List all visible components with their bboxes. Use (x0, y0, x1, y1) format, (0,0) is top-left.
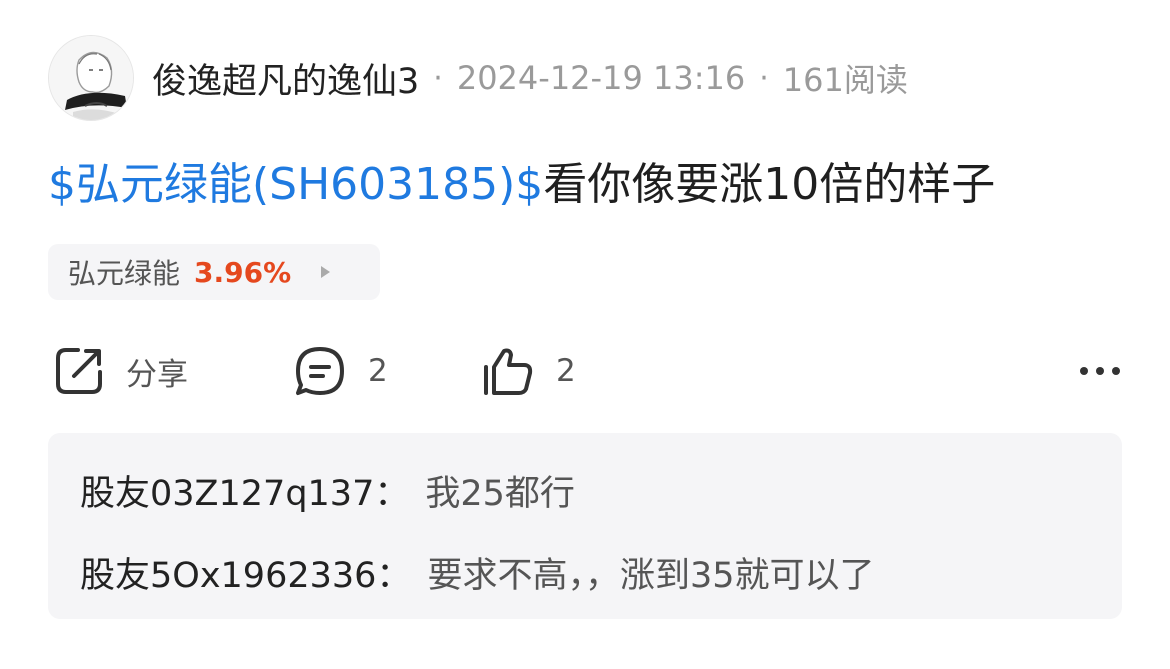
author-name[interactable]: 俊逸超凡的逸仙3 (152, 53, 419, 104)
more-button[interactable] (1078, 340, 1122, 402)
comments-panel[interactable]: 股友03Z127q137： 我25都行 股友5Ox1962336： 要求不高，，涨到… (48, 433, 1122, 619)
meta-separator: · (433, 60, 443, 96)
play-arrow-icon (321, 266, 331, 278)
comment-colon: ： (374, 474, 410, 514)
post-text: 看你像要涨10倍的样子 (543, 159, 996, 210)
share-icon (56, 348, 102, 394)
comment-author[interactable]: 股友5Ox1962336 (80, 556, 376, 596)
stock-chip-name: 弘元绿能 (68, 257, 181, 290)
comment-icon (296, 347, 344, 395)
comment-count: 2 (368, 353, 388, 389)
avatar[interactable] (48, 35, 134, 121)
comment-button[interactable]: 2 (292, 340, 388, 402)
share-label: 分享 (126, 356, 188, 393)
post-card: 俊逸超凡的逸仙3 · 2024-12-19 13:16 · 161阅读 $弘元绿… (0, 0, 1170, 669)
comment-item[interactable]: 股友5Ox1962336： 要求不高，，涨到35就可以了 (80, 547, 874, 598)
share-button[interactable]: 分享 (52, 340, 188, 402)
comment-text: 我25都行 (425, 474, 575, 514)
post-header: 俊逸超凡的逸仙3 · 2024-12-19 13:16 · 161阅读 (48, 34, 908, 122)
avatar-image (49, 36, 133, 120)
comment-text: 要求不高，，涨到35就可以了 (427, 556, 875, 596)
action-bar: 分享 2 2 (48, 340, 1122, 402)
comment-author[interactable]: 股友03Z127q137 (80, 474, 374, 514)
stock-link[interactable]: $弘元绿能(SH603185)$ (48, 159, 543, 210)
comment-colon: ： (376, 556, 412, 596)
like-count: 2 (556, 353, 576, 389)
meta-separator: · (759, 60, 769, 96)
stock-chip-change: 3.96% (194, 255, 292, 289)
post-title: $弘元绿能(SH603185)$看你像要涨10倍的样子 (48, 155, 995, 215)
comment-item[interactable]: 股友03Z127q137： 我25都行 (80, 465, 575, 516)
more-icon (1080, 367, 1120, 375)
read-count: 161阅读 (782, 61, 908, 99)
like-icon (484, 348, 533, 395)
stock-chip[interactable]: 弘元绿能 3.96% (48, 244, 380, 300)
post-meta: 俊逸超凡的逸仙3 · 2024-12-19 13:16 · 161阅读 (152, 53, 908, 104)
like-button[interactable]: 2 (480, 340, 576, 402)
post-date: 2024-12-19 13:16 (456, 59, 746, 97)
